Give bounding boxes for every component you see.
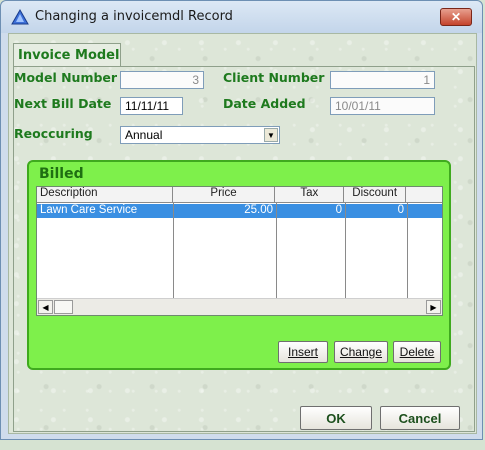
scroll-thumb[interactable] [54, 300, 73, 314]
chevron-down-icon[interactable]: ▼ [264, 128, 278, 142]
cell-price: 25.00 [244, 204, 273, 216]
grid-header: Description Price Tax Discount [37, 187, 442, 203]
close-icon: ✕ [450, 10, 462, 24]
column-header-extra [406, 187, 442, 203]
column-divider [173, 203, 174, 299]
date-added-field[interactable]: 10/01/11 [330, 97, 435, 115]
cell-description: Lawn Care Service [40, 204, 138, 216]
cell-tax: 0 [335, 204, 342, 216]
column-divider [345, 203, 346, 299]
ok-button[interactable]: OK [300, 406, 372, 430]
dialog-body: Invoice Model Model Number 3 Client Numb… [8, 33, 477, 434]
client-number-label: Client Number [223, 70, 325, 85]
app-icon [11, 9, 29, 25]
horizontal-scrollbar[interactable]: ◀ ▶ [37, 298, 442, 315]
billed-groupbox: Billed Description Price Tax Discount La… [27, 160, 451, 370]
reoccuring-value: Annual [125, 128, 163, 142]
insert-button[interactable]: Insert [278, 341, 328, 363]
cancel-button[interactable]: Cancel [380, 406, 460, 430]
close-button[interactable]: ✕ [440, 8, 472, 26]
delete-button[interactable]: Delete [393, 341, 441, 363]
model-number-field[interactable]: 3 [120, 71, 204, 89]
change-button[interactable]: Change [334, 341, 388, 363]
scroll-right-icon[interactable]: ▶ [426, 300, 441, 314]
billed-title: Billed [39, 166, 84, 182]
next-bill-date-label: Next Bill Date [14, 96, 112, 111]
tab-invoice-model[interactable]: Invoice Model [13, 43, 121, 67]
reoccuring-label: Reoccuring [14, 126, 93, 141]
column-header-tax[interactable]: Tax [275, 187, 345, 203]
reoccuring-select[interactable]: Annual ▼ [120, 126, 280, 144]
column-header-price[interactable]: Price [173, 187, 276, 203]
billed-grid[interactable]: Description Price Tax Discount Lawn Care… [36, 186, 443, 316]
cell-discount: 0 [397, 204, 404, 216]
model-number-label: Model Number [14, 70, 118, 85]
window-title: Changing a invoicemdl Record [35, 9, 233, 24]
column-divider [276, 203, 277, 299]
date-added-label: Date Added [223, 96, 306, 111]
dialog-window: Changing a invoicemdl Record ✕ Invoice M… [0, 0, 483, 440]
next-bill-date-field[interactable]: 11/11/11 [120, 97, 183, 115]
client-number-field[interactable]: 1 [330, 71, 435, 89]
scroll-left-icon[interactable]: ◀ [38, 300, 53, 314]
title-bar[interactable]: Changing a invoicemdl Record ✕ [1, 1, 482, 33]
table-row[interactable]: Lawn Care Service 25.00 0 0 [37, 204, 442, 218]
column-divider [407, 203, 408, 299]
column-header-discount[interactable]: Discount [344, 187, 407, 203]
column-header-description[interactable]: Description [37, 187, 173, 203]
